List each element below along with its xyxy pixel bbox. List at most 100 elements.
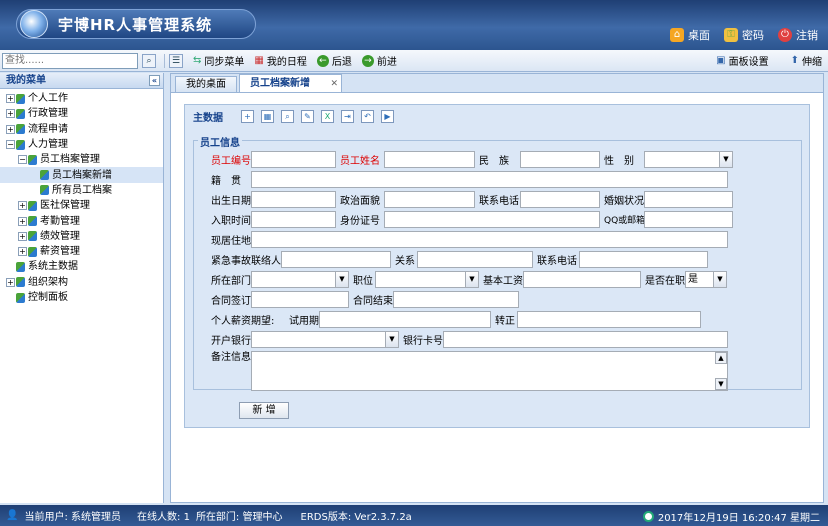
position-select[interactable]: ▼ xyxy=(375,271,479,288)
remarks-textarea[interactable]: ▲ ▼ xyxy=(251,351,728,391)
political-field[interactable] xyxy=(384,191,475,208)
sidebar-item[interactable]: 控制面板 xyxy=(0,290,163,305)
edit-icon[interactable]: ✎ xyxy=(301,109,314,123)
bank-card-label: 银行卡号 xyxy=(403,336,443,347)
stretch-button[interactable]: ⬆ 伸缩 xyxy=(791,53,822,68)
id-no-field[interactable] xyxy=(384,211,600,228)
sidebar-item[interactable]: + 个人工作 xyxy=(0,91,163,106)
marital-field[interactable] xyxy=(644,191,733,208)
search-input[interactable] xyxy=(2,52,138,69)
password-link[interactable]: ⚿ 密码 xyxy=(724,27,764,43)
import-icon[interactable]: ⇥ xyxy=(341,109,354,123)
sidebar-item[interactable]: 员工档案新增 xyxy=(0,167,163,183)
add-button[interactable]: 新 增 xyxy=(239,402,289,419)
sync-menu-button[interactable]: ⇆ 同步菜单 xyxy=(193,53,244,68)
undo-icon[interactable]: ↶ xyxy=(361,109,374,123)
relation-field[interactable] xyxy=(417,251,533,268)
expand-icon[interactable]: + xyxy=(6,94,15,104)
logout-link[interactable]: ⏻ 注销 xyxy=(778,27,818,43)
sidebar-item-label: 绩效管理 xyxy=(40,230,80,242)
sidebar-item[interactable]: + 考勤管理 xyxy=(0,213,163,228)
search-button-icon[interactable]: ⌕ xyxy=(142,53,156,68)
department-label: 所在部门 xyxy=(211,276,251,287)
expand-icon[interactable]: + xyxy=(6,124,15,134)
address-field[interactable] xyxy=(251,231,728,248)
position-label: 职位 xyxy=(353,276,373,287)
menu-item-icon xyxy=(16,261,25,272)
base-salary-field[interactable] xyxy=(523,271,641,288)
bank-card-field[interactable] xyxy=(443,331,728,348)
export-icon[interactable]: ▶ xyxy=(381,109,394,123)
ethnicity-field[interactable] xyxy=(520,151,600,168)
bank-select[interactable]: ▼ xyxy=(251,331,399,348)
menu-tree: + 个人工作 + 行政管理 + 流程申请 − 人力管理 − 员工档案管理 员工档案新增 所有员工档案 +… xyxy=(0,89,163,305)
list-icon[interactable]: ☰ xyxy=(169,53,183,68)
emergency-phone-field[interactable] xyxy=(579,251,708,268)
logo-icon xyxy=(20,10,48,38)
expand-icon[interactable]: + xyxy=(6,277,15,287)
collapse-icon[interactable]: − xyxy=(6,140,15,150)
sidebar-item[interactable]: − 员工档案管理 xyxy=(0,152,163,167)
qq-email-label: QQ或邮箱 xyxy=(604,216,646,226)
datetime-area: 2017年12月19日 16:20:47 星期二 xyxy=(642,509,820,524)
sidebar-header: 我的菜单 « xyxy=(0,73,163,89)
home-icon: ⌂ xyxy=(670,28,684,42)
emergency-contact-field[interactable] xyxy=(281,251,391,268)
expand-icon[interactable]: + xyxy=(18,247,27,257)
my-schedule-button[interactable]: ▦ 我的日程 xyxy=(254,53,306,68)
expand-icon[interactable]: + xyxy=(18,201,27,211)
emp-no-field[interactable] xyxy=(251,151,336,168)
search-icon[interactable]: ⌕ xyxy=(281,109,294,123)
regular-field[interactable] xyxy=(517,311,701,328)
scroll-down-icon[interactable]: ▼ xyxy=(715,378,727,390)
sidebar-item[interactable]: 所有员工档案 xyxy=(0,183,163,198)
contact-phone-field[interactable] xyxy=(520,191,600,208)
current-department: 所在部门: 管理中心 xyxy=(195,512,283,523)
user-icon: 👤 xyxy=(6,510,19,521)
sidebar-item[interactable]: + 医社保管理 xyxy=(0,198,163,213)
collapse-icon[interactable]: « xyxy=(149,75,160,86)
gender-select[interactable]: ▼ xyxy=(644,151,733,168)
panel-settings-button[interactable]: ▣ 面板设置 xyxy=(716,53,768,68)
expand-icon[interactable]: + xyxy=(18,231,27,241)
department-select[interactable]: ▼ xyxy=(251,271,349,288)
form-row-1: 员工编号 员工姓名 民 族 性 别 ▼ xyxy=(211,151,733,168)
sidebar-item[interactable]: + 组织架构 xyxy=(0,275,163,290)
form-row-5: 现居住地 xyxy=(211,231,728,248)
sidebar-item-label: 薪资管理 xyxy=(40,246,80,258)
sidebar-item[interactable]: 系统主数据 xyxy=(0,259,163,274)
tab-my-desktop[interactable]: 我的桌面 xyxy=(175,76,237,92)
expand-icon[interactable]: + xyxy=(6,109,15,119)
tab-add-employee[interactable]: 员工档案新增 ✕ xyxy=(239,74,342,92)
back-button[interactable]: ← 后退 xyxy=(316,53,352,68)
sidebar: 我的菜单 « + 个人工作 + 行政管理 + 流程申请 − 人力管理 − 员工档案管理 员工档案新增… xyxy=(0,73,164,503)
menu-item-icon xyxy=(16,124,25,135)
native-place-field[interactable] xyxy=(251,171,728,188)
qq-email-field[interactable] xyxy=(644,211,733,228)
desktop-link[interactable]: ⌂ 桌面 xyxy=(670,27,710,43)
expand-icon[interactable]: + xyxy=(18,216,27,226)
add-row-icon[interactable]: + xyxy=(241,109,254,123)
remarks-box[interactable] xyxy=(251,351,728,391)
sidebar-item[interactable]: + 流程申请 xyxy=(0,122,163,137)
sidebar-item[interactable]: + 绩效管理 xyxy=(0,229,163,244)
scroll-up-icon[interactable]: ▲ xyxy=(715,352,727,364)
current-user: 当前用户: 系统管理员 xyxy=(24,512,122,523)
contract-end-field[interactable] xyxy=(393,291,519,308)
forward-button[interactable]: → 前进 xyxy=(361,53,397,68)
form-row-11: 备注信息 ▲ ▼ xyxy=(211,351,728,391)
emp-name-field[interactable] xyxy=(384,151,475,168)
sidebar-item[interactable]: − 人力管理 xyxy=(0,137,163,152)
hire-date-field[interactable] xyxy=(251,211,336,228)
contract-sign-field[interactable] xyxy=(251,291,349,308)
birth-date-field[interactable] xyxy=(251,191,336,208)
excel-icon[interactable]: X xyxy=(321,109,334,123)
sidebar-item[interactable]: + 薪资管理 xyxy=(0,244,163,259)
sidebar-item[interactable]: + 行政管理 xyxy=(0,106,163,121)
grid-icon[interactable]: ▦ xyxy=(261,109,274,123)
probation-field[interactable] xyxy=(319,311,491,328)
on-duty-select[interactable]: 是 ▼ xyxy=(685,271,727,288)
close-icon[interactable]: ✕ xyxy=(330,76,338,93)
settings-panel-icon: ▣ xyxy=(716,55,726,66)
collapse-icon[interactable]: − xyxy=(18,155,27,165)
